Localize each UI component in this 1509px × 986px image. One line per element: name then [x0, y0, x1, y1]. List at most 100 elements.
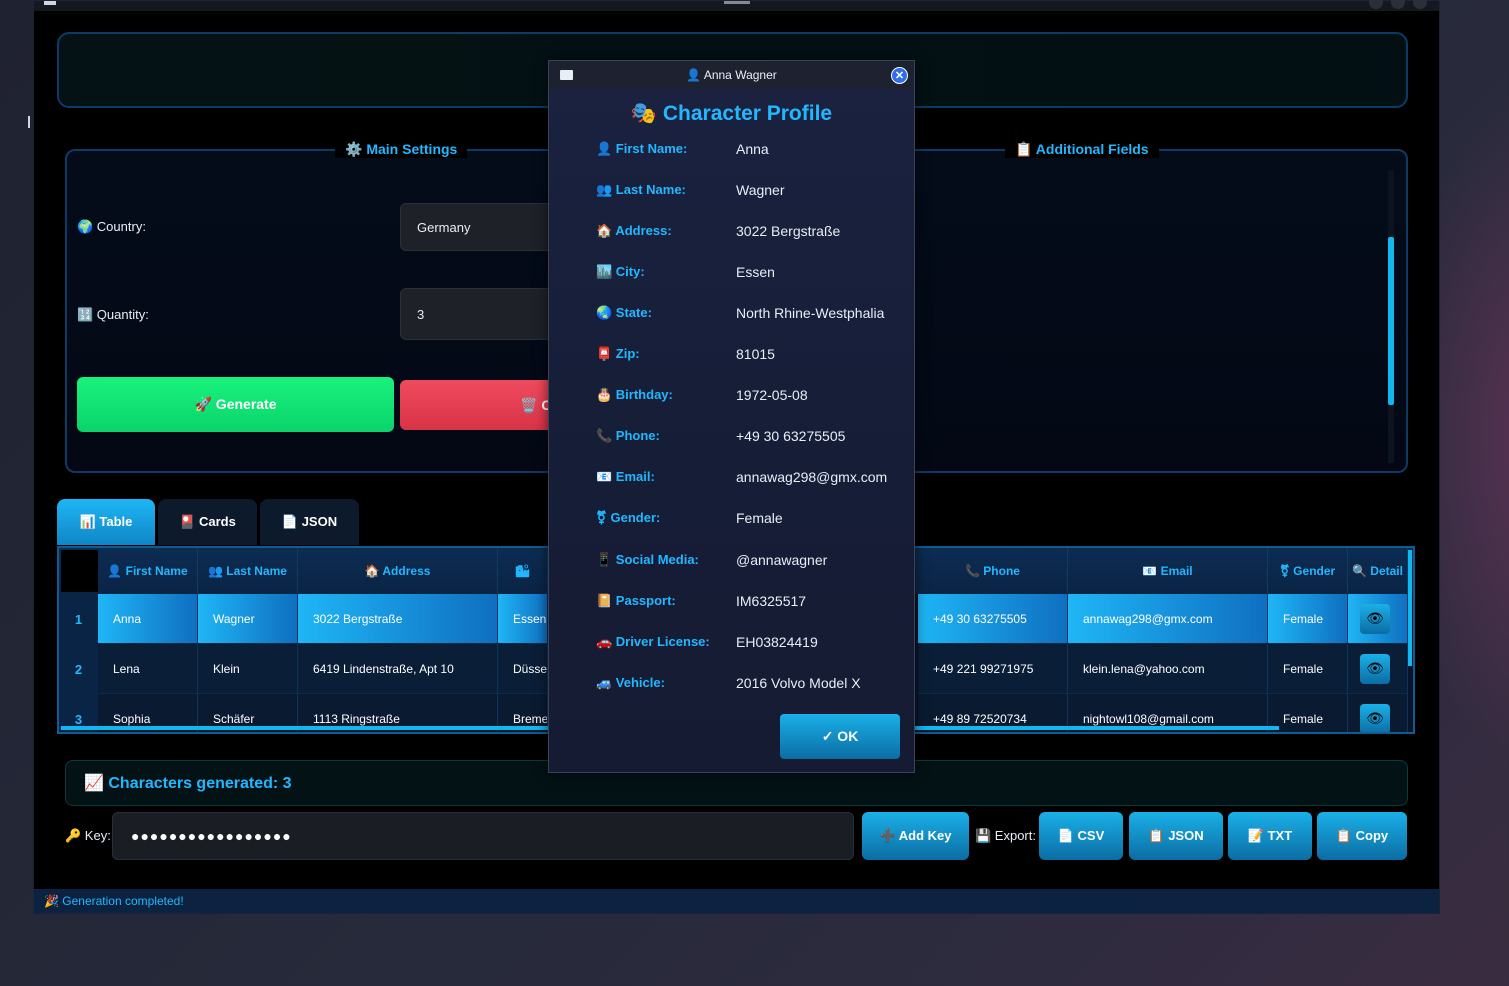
- cell-phone[interactable]: +49 221 99271975: [918, 644, 1068, 694]
- profile-heading: 🎭 Character Profile: [630, 102, 833, 125]
- profile-field-value: +49 30 63275505: [736, 428, 846, 444]
- dialog-title: 👤 Anna Wagner: [686, 68, 777, 82]
- profile-field-value: North Rhine-Westphalia: [736, 305, 885, 321]
- header-email[interactable]: 📧 Email: [1068, 548, 1268, 594]
- tab-table[interactable]: 📊 Table: [57, 499, 155, 545]
- profile-field-value: 1972-05-08: [736, 387, 808, 403]
- header-last-name[interactable]: 👥 Last Name: [198, 548, 298, 594]
- character-profile-dialog: 👤 Anna Wagner ✕ 🎭 Character Profile 👤 Fi…: [548, 60, 915, 773]
- profile-field-value: Essen: [736, 264, 775, 280]
- cell-first-name[interactable]: Lena: [98, 644, 198, 694]
- profile-field-label: ⚧ Gender:: [596, 510, 661, 525]
- cell-city[interactable]: Essen: [498, 594, 548, 644]
- quantity-label: 🔢 Quantity:: [77, 307, 149, 322]
- tab-cards[interactable]: 🎴 Cards: [158, 499, 257, 545]
- export-txt-button[interactable]: 📝 TXT: [1228, 812, 1312, 860]
- window-titlebar: [34, 0, 1439, 11]
- country-label: 🌍 Country:: [77, 219, 146, 234]
- profile-field-value: 3022 Bergstraße: [736, 223, 841, 239]
- cell-last-name[interactable]: Klein: [198, 644, 298, 694]
- main-settings-title: ⚙️ Main Settings: [335, 141, 468, 158]
- table-corner: [61, 550, 98, 592]
- country-select[interactable]: Germany: [400, 203, 560, 251]
- cell-detail: 👁: [1348, 644, 1408, 694]
- quantity-input[interactable]: 3: [400, 288, 560, 340]
- row-number: 2: [59, 644, 98, 694]
- profile-field-label: 👥 Last Name:: [596, 182, 686, 197]
- minimize-icon[interactable]: [1369, 0, 1383, 9]
- close-window-icon[interactable]: [1413, 0, 1427, 9]
- profile-field-label: 📞 Phone:: [596, 428, 660, 443]
- cell-email[interactable]: klein.lena@yahoo.com: [1068, 644, 1268, 694]
- header-address[interactable]: 🏠 Address: [298, 548, 498, 594]
- maximize-icon[interactable]: [1391, 0, 1405, 9]
- dialog-titlebar: 👤 Anna Wagner ✕: [549, 61, 914, 89]
- profile-field-label: 📧 Email:: [596, 469, 655, 484]
- generate-button[interactable]: 🚀 Generate: [77, 377, 394, 432]
- cell-email[interactable]: annawag298@gmx.com: [1068, 594, 1268, 644]
- header-gender[interactable]: ⚧ Gender: [1268, 548, 1348, 594]
- header-city[interactable]: 🏙: [498, 548, 548, 594]
- cell-first-name[interactable]: Anna: [98, 594, 198, 644]
- profile-field-label: 👤 First Name:: [596, 141, 688, 156]
- quantity-value: 3: [417, 306, 425, 322]
- close-icon[interactable]: ✕: [891, 67, 908, 84]
- profile-field-label: 🚗 Driver License:: [596, 634, 710, 649]
- profile-field-label: 🏠 Address:: [596, 223, 672, 238]
- header-phone[interactable]: 📞 Phone: [918, 548, 1068, 594]
- additional-fields-title: 📋 Additional Fields: [1005, 141, 1159, 158]
- view-detail-eye-icon[interactable]: 👁: [1360, 653, 1390, 684]
- cell-city[interactable]: Düssel: [498, 644, 548, 694]
- cell-last-name[interactable]: Wagner: [198, 594, 298, 644]
- status-bar: 🎉 Generation completed!: [34, 889, 1439, 913]
- key-label: 🔑 Key:: [65, 828, 111, 843]
- cell-phone[interactable]: +49 30 63275505: [918, 594, 1068, 644]
- profile-field-value: Female: [736, 510, 783, 526]
- tab-json[interactable]: 📄 JSON: [260, 499, 359, 545]
- window-controls[interactable]: [1369, 0, 1427, 9]
- profile-field-label: 🌏 State:: [596, 305, 652, 320]
- cell-detail: 👁: [1348, 594, 1408, 644]
- profile-field-value: @annawagner: [736, 552, 828, 568]
- profile-field-value: IM6325517: [736, 593, 807, 609]
- row-number: 1: [59, 594, 98, 644]
- copy-button[interactable]: 📋 Copy: [1317, 812, 1407, 860]
- profile-field-value: 2016 Volvo Model X: [736, 675, 861, 691]
- view-detail-eye-icon[interactable]: 👁: [1360, 603, 1390, 634]
- profile-field-label: 🎂 Birthday:: [596, 387, 673, 402]
- profile-field-value: Wagner: [736, 182, 785, 198]
- profile-field-label: 📮 Zip:: [596, 346, 640, 361]
- additional-fields-scrollbar-thumb[interactable]: [1388, 237, 1394, 405]
- titlebar-title-fragment: [724, 1, 750, 4]
- cell-address[interactable]: 3022 Bergstraße: [298, 594, 498, 644]
- api-key-input[interactable]: ●●●●●●●●●●●●●●●●●: [112, 812, 854, 860]
- country-value: Germany: [417, 219, 471, 235]
- header-first-name[interactable]: 👤 First Name: [98, 548, 198, 594]
- profile-field-label: 📔 Passport:: [596, 593, 676, 608]
- header-detail[interactable]: 🔍 Detail: [1348, 548, 1408, 594]
- export-csv-button[interactable]: 📄 CSV: [1039, 812, 1123, 860]
- profile-field-label: 🚙 Vehicle:: [596, 675, 665, 690]
- export-json-button[interactable]: 📋 JSON: [1129, 812, 1223, 860]
- profile-field-label: 📱 Social Media:: [596, 552, 699, 567]
- profile-field-label: 🏙️ City:: [596, 264, 645, 279]
- export-label: 💾 Export:: [975, 828, 1036, 843]
- add-key-button[interactable]: ➕ Add Key: [862, 812, 969, 860]
- profile-field-value: annawag298@gmx.com: [736, 469, 888, 485]
- cell-detail: 👁: [1348, 694, 1408, 732]
- cell-gender[interactable]: Female: [1268, 594, 1348, 644]
- profile-field-value: 81015: [736, 346, 775, 362]
- cell-address[interactable]: 6419 Lindenstraße, Apt 10: [298, 644, 498, 694]
- status-bar-text: 🎉 Generation completed!: [44, 894, 184, 908]
- text-cursor: [28, 116, 30, 128]
- clear-button[interactable]: 🗑️ Cl: [400, 380, 560, 430]
- table-vertical-scrollbar[interactable]: [1408, 550, 1412, 666]
- profile-field-value: Anna: [736, 141, 769, 157]
- profile-field-value: EH03824419: [736, 634, 818, 650]
- view-detail-eye-icon[interactable]: 👁: [1360, 703, 1390, 732]
- app-icon: [44, 1, 56, 5]
- api-key-value: ●●●●●●●●●●●●●●●●●: [131, 828, 292, 844]
- ok-button[interactable]: ✓ OK: [780, 714, 900, 759]
- cell-gender[interactable]: Female: [1268, 644, 1348, 694]
- cell-gender[interactable]: Female: [1268, 694, 1348, 732]
